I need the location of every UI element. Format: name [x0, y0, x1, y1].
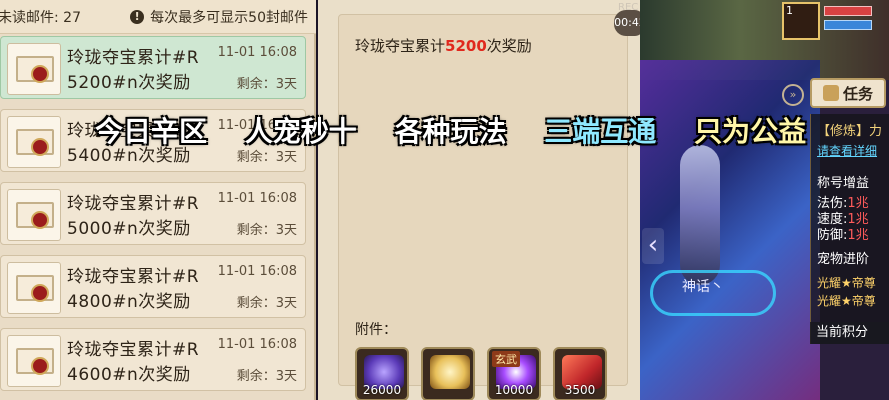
mail-detail-title: 玲珑夺宝累计5200次奖励 [355, 35, 532, 56]
mail-item[interactable]: 玲珑夺宝累计#R 4800#n次奖励 11-01 16:08 剩余：3天 [0, 255, 306, 318]
mail-detail-body: 玲珑夺宝累计5200次奖励 附件： 26000 玄武 10000 3500 [338, 14, 628, 400]
attachment-qty: 3500 [564, 383, 596, 397]
mail-topbar: 未读邮件: 27 ! 每次最多可显示50封邮件 [0, 0, 316, 34]
player-avatar[interactable]: 1 [782, 2, 820, 40]
stat-row: 防御:1兆 [817, 224, 869, 243]
unread-count: 未读邮件: 27 [0, 9, 81, 26]
mail-remaining: 剩余：3天 [236, 369, 297, 384]
mail-subtitle: 5000#n次奖励 [67, 219, 191, 239]
mail-date: 11-01 16:08 [217, 191, 297, 206]
myth-label: 神话丶 [682, 279, 724, 295]
overlay-caption: 今日辛区 人宠秒十 各种玩法 三端互通 只为公益 [95, 110, 834, 150]
mail-item[interactable]: 玲珑夺宝累计#R 5000#n次奖励 11-01 16:08 剩余：3天 [0, 182, 306, 245]
item-tag: 玄武 [492, 351, 520, 367]
mail-date: 11-01 16:08 [217, 45, 297, 60]
hp-bar [824, 6, 872, 16]
attachment-slot[interactable] [421, 347, 475, 400]
task-button-label: 任务 [842, 84, 873, 103]
attachment-qty: 26000 [362, 383, 402, 397]
attachment-label: 附件： [355, 322, 397, 338]
scroll-icon [822, 85, 839, 101]
mail-date: 11-01 16:08 [217, 337, 297, 352]
expand-icon[interactable]: » [782, 84, 804, 106]
wax-seal-icon [31, 284, 49, 302]
overlay-item: 各种玩法 [394, 115, 507, 148]
game-scene: 神话丶 ‹ 1 » 任务 【修炼】力 请查看详细 称号增益 法伤:1兆 速度:1… [640, 0, 889, 400]
mail-list-panel: 未读邮件: 27 ! 每次最多可显示50封邮件 玲珑夺宝累计#R 5200#n次… [0, 0, 316, 400]
mail-limit-text: 每次最多可显示50封邮件 [150, 9, 308, 26]
mail-title: 玲珑夺宝累计#R [67, 267, 200, 287]
title-count: 5200 [445, 37, 487, 55]
title-prefix: 玲珑夺宝累计 [355, 37, 446, 55]
exclamation-icon: ! [130, 9, 145, 24]
mail-remaining: 剩余：3天 [236, 223, 297, 238]
mail-subtitle: 4600#n次奖励 [67, 365, 191, 385]
task-button[interactable]: 任务 [810, 78, 886, 108]
wax-seal-icon [31, 357, 49, 375]
mail-detail-panel: 玲珑夺宝累计5200次奖励 附件： 26000 玄武 10000 3500 [318, 0, 640, 400]
overlay-item: 只为公益 [694, 115, 807, 148]
yin-yang-icon [430, 355, 470, 389]
mail-title: 玲珑夺宝累计#R [67, 340, 200, 360]
title-suffix: 次奖励 [486, 37, 532, 55]
overlay-item: 今日辛区 [95, 115, 208, 148]
mail-list: 玲珑夺宝累计#R 5200#n次奖励 11-01 16:08 剩余：3天 玲珑夺… [0, 36, 316, 400]
mail-subtitle: 5200#n次奖励 [67, 73, 191, 93]
rank-line: 光耀★帝尊 [817, 294, 876, 308]
collapse-arrow-icon[interactable]: ‹ [642, 228, 664, 264]
attachment-slot[interactable]: 玄武 10000 [487, 347, 541, 400]
stat-value: 1兆 [847, 228, 869, 243]
character-sprite [680, 145, 720, 285]
mail-title: 玲珑夺宝累计#R [67, 194, 200, 214]
mail-remaining: 剩余：3天 [236, 296, 297, 311]
pet-advance-label: 宠物进阶 [817, 252, 870, 267]
attachment-slot[interactable]: 26000 [355, 347, 409, 400]
mail-remaining: 剩余：3天 [236, 77, 297, 92]
wax-seal-icon [31, 138, 49, 156]
attachment-slot[interactable]: 3500 [553, 347, 607, 400]
overlay-item: 人宠秒十 [244, 115, 357, 148]
mail-item[interactable]: 玲珑夺宝累计#R 4600#n次奖励 11-01 16:08 剩余：3天 [0, 328, 306, 391]
overlay-item: 三端互通 [544, 115, 657, 148]
current-points-label: 当前积分 [810, 322, 889, 344]
player-level: 1 [786, 4, 793, 17]
wax-seal-icon [31, 65, 49, 83]
attachment-qty: 10000 [494, 383, 534, 397]
wax-seal-icon [31, 211, 49, 229]
stat-label: 防御: [817, 228, 848, 243]
mail-limit-tip: ! 每次最多可显示50封邮件 [130, 7, 308, 27]
mail-subtitle: 4800#n次奖励 [67, 292, 191, 312]
mail-title: 玲珑夺宝累计#R [67, 48, 200, 68]
mail-date: 11-01 16:08 [217, 264, 297, 279]
attachment-row: 26000 玄武 10000 3500 [355, 347, 607, 400]
title-bonus-label: 称号增益 [817, 176, 870, 191]
rank-line: 光耀★帝尊 [817, 276, 876, 290]
mail-item[interactable]: 玲珑夺宝累计#R 5200#n次奖励 11-01 16:08 剩余：3天 [0, 36, 306, 99]
mp-bar [824, 20, 872, 30]
screen: 未读邮件: 27 ! 每次最多可显示50封邮件 玲珑夺宝累计#R 5200#n次… [0, 0, 889, 400]
